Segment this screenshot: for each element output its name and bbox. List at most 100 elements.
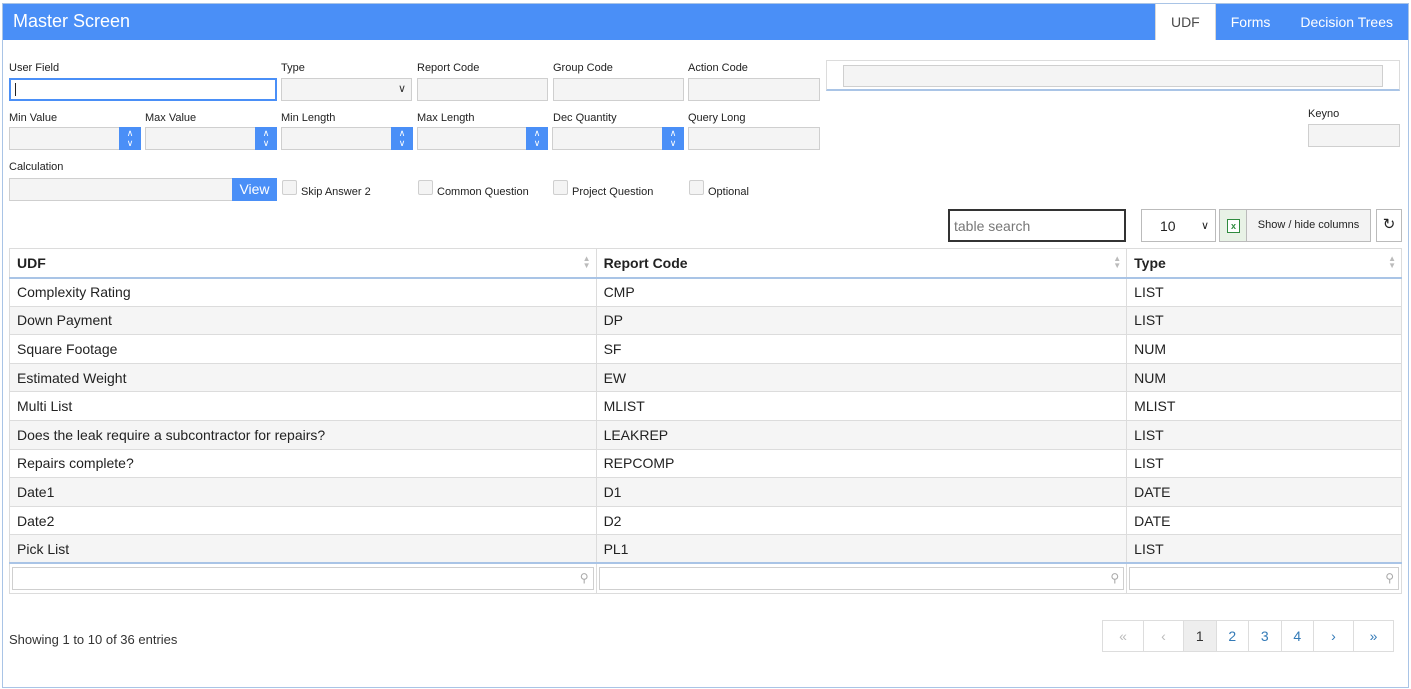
cell-type: NUM (1126, 334, 1402, 364)
cell-type: LIST (1126, 419, 1402, 450)
cell-udf: Pick List (9, 534, 597, 564)
cell-report-code: EW (595, 362, 1128, 393)
first-page-button[interactable]: « (1103, 621, 1143, 651)
cell-report-code: LEAKREP (595, 419, 1128, 450)
table-row[interactable]: Complexity Rating CMP LIST (9, 277, 1402, 307)
min-length-stepper[interactable]: ∧ ∨ (281, 127, 413, 150)
user-field-input[interactable] (9, 78, 277, 101)
query-long-input[interactable] (688, 127, 820, 150)
side-panel-input[interactable] (843, 65, 1383, 87)
column-header-type[interactable]: Type ▲ ▼ (1126, 248, 1402, 279)
cell-udf: Square Footage (9, 334, 597, 364)
cell-udf: Complexity Rating (9, 277, 597, 307)
last-page-button[interactable]: » (1353, 621, 1393, 651)
report-code-label: Report Code (417, 62, 480, 74)
refresh-icon[interactable]: ↻ (1376, 209, 1402, 242)
optional-label: Optional (708, 186, 749, 198)
dec-quantity-stepper[interactable]: ∧ ∨ (552, 127, 684, 150)
type-label: Type (281, 62, 305, 74)
tab-udf[interactable]: UDF (1154, 4, 1216, 40)
table-row[interactable]: Square Footage SF NUM (9, 334, 1402, 364)
side-panel (826, 60, 1400, 91)
cell-type: LIST (1126, 448, 1402, 479)
group-code-label: Group Code (553, 62, 613, 74)
filter-report-code-input[interactable]: ⚲ (598, 567, 1125, 591)
cell-udf: Repairs complete? (9, 448, 597, 479)
spinner-arrows-icon[interactable]: ∧ ∨ (662, 127, 684, 150)
keyno-label: Keyno (1308, 108, 1340, 120)
max-length-label: Max Length (417, 112, 475, 124)
table-row[interactable]: Multi List MLIST MLIST (9, 391, 1402, 421)
cell-type: MLIST (1126, 391, 1402, 421)
column-header-udf[interactable]: UDF ▲ ▼ (9, 248, 597, 279)
tab-forms[interactable]: Forms (1216, 4, 1286, 40)
calculation-input[interactable] (9, 178, 233, 201)
filter-udf-input[interactable]: ⚲ (12, 567, 594, 591)
filter-row: ⚲ ⚲ ⚲ (9, 562, 1402, 594)
next-page-button[interactable]: › (1313, 621, 1353, 651)
table-row[interactable]: Date2 D2 DATE (9, 505, 1402, 536)
skip-answer-label: Skip Answer 2 (301, 186, 371, 198)
spinner-arrows-icon[interactable]: ∧ ∨ (119, 127, 141, 150)
optional-checkbox[interactable] (689, 180, 704, 195)
column-header-report-code[interactable]: Report Code ▲ ▼ (595, 248, 1128, 279)
table-row[interactable]: Estimated Weight EW NUM (9, 362, 1402, 393)
table-row[interactable]: Date1 D1 DATE (9, 477, 1402, 507)
cell-type: DATE (1126, 477, 1402, 507)
table-row[interactable]: Down Payment DP LIST (9, 305, 1402, 336)
keyno-input[interactable] (1308, 124, 1400, 147)
min-value-stepper[interactable]: ∧ ∨ (9, 127, 141, 150)
max-length-stepper[interactable]: ∧ ∨ (417, 127, 548, 150)
action-code-input[interactable] (688, 78, 820, 101)
cell-udf: Estimated Weight (9, 362, 597, 393)
type-select[interactable]: ∨ (281, 78, 412, 101)
cell-report-code: CMP (595, 277, 1128, 307)
user-field-label: User Field (9, 62, 60, 74)
common-question-checkbox[interactable] (418, 180, 433, 195)
min-length-label: Min Length (281, 112, 336, 124)
previous-page-button[interactable]: ‹ (1143, 621, 1183, 651)
tab-decision-trees[interactable]: Decision Trees (1285, 4, 1408, 40)
cell-report-code: DP (595, 305, 1128, 336)
cell-type: NUM (1126, 362, 1402, 393)
max-value-label: Max Value (145, 112, 197, 124)
action-code-label: Action Code (688, 62, 748, 74)
page-4-button[interactable]: 4 (1280, 621, 1314, 651)
chevron-down-icon: ∨ (1200, 220, 1209, 232)
query-long-label: Query Long (688, 112, 746, 124)
table-row[interactable]: Repairs complete? REPCOMP LIST (9, 448, 1402, 479)
cell-report-code: PL1 (595, 534, 1128, 564)
max-value-stepper[interactable]: ∧ ∨ (145, 127, 277, 150)
table-row[interactable]: Does the leak require a subcontractor fo… (9, 419, 1402, 450)
spinner-arrows-icon[interactable]: ∧ ∨ (526, 127, 548, 150)
skip-answer-checkbox[interactable] (282, 180, 297, 195)
table-info: Showing 1 to 10 of 36 entries (9, 632, 178, 647)
table-search-input[interactable]: table search (948, 209, 1126, 242)
cell-type: DATE (1126, 505, 1402, 536)
cell-report-code: MLIST (595, 391, 1128, 421)
spinner-arrows-icon[interactable]: ∧ ∨ (391, 127, 413, 150)
page-length-value: 10 (1160, 218, 1176, 234)
page-length-select[interactable]: 10 ∨ (1141, 209, 1216, 242)
dec-quantity-label: Dec Quantity (553, 112, 617, 124)
excel-export-button[interactable]: x (1219, 209, 1247, 242)
project-question-label: Project Question (572, 186, 654, 198)
excel-icon: x (1227, 219, 1240, 233)
spinner-arrows-icon[interactable]: ∧ ∨ (255, 127, 277, 150)
page-1-button[interactable]: 1 (1183, 621, 1216, 651)
cell-type: LIST (1126, 534, 1402, 564)
report-code-input[interactable] (417, 78, 548, 101)
text-cursor (15, 83, 16, 96)
filter-type-input[interactable]: ⚲ (1129, 567, 1399, 591)
cell-report-code: REPCOMP (595, 448, 1128, 479)
table-row[interactable]: Pick List PL1 LIST (9, 534, 1402, 564)
view-button[interactable]: View (232, 178, 277, 201)
group-code-input[interactable] (553, 78, 684, 101)
page-3-button[interactable]: 3 (1248, 621, 1281, 651)
calculation-label: Calculation (9, 161, 64, 173)
cell-report-code: D2 (595, 505, 1128, 536)
cell-report-code: SF (595, 334, 1128, 364)
project-question-checkbox[interactable] (553, 180, 568, 195)
show-hide-columns-button[interactable]: Show / hide columns (1246, 209, 1371, 242)
page-2-button[interactable]: 2 (1215, 621, 1249, 651)
